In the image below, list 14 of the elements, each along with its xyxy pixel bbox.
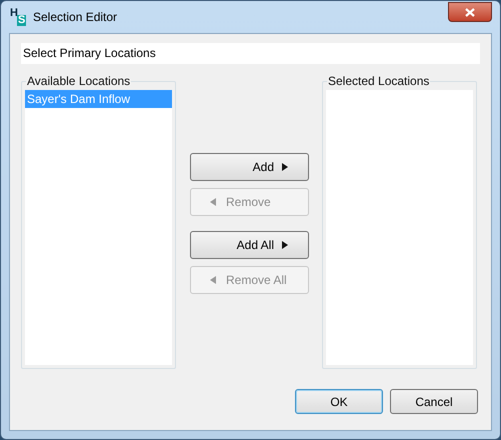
close-icon bbox=[465, 8, 475, 16]
group-title: Available Locations bbox=[26, 74, 132, 88]
group-title: Selected Locations bbox=[327, 74, 430, 88]
cancel-button[interactable]: Cancel bbox=[390, 389, 478, 414]
window-title: Selection Editor bbox=[33, 9, 118, 26]
left-triangle-icon bbox=[210, 276, 216, 284]
right-triangle-icon bbox=[282, 163, 288, 171]
left-triangle-icon bbox=[210, 198, 216, 206]
add-button[interactable]: Add All bbox=[190, 231, 309, 259]
close-button[interactable] bbox=[448, 2, 492, 22]
ok-button[interactable]: OK bbox=[295, 389, 383, 414]
add-button[interactable]: Add bbox=[190, 153, 309, 181]
header-field: Select Primary Locations bbox=[21, 43, 480, 64]
right-triangle-icon bbox=[282, 241, 288, 249]
